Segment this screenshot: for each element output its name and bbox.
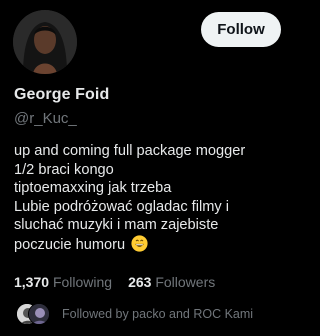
profile-stats: 1,370 Following 263 Followers	[14, 274, 215, 290]
bio-line: Lubie podróżować ogladac filmy i	[14, 198, 229, 215]
user-handle[interactable]: @r_Kuc_	[14, 110, 77, 127]
following-stat[interactable]: 1,370 Following	[14, 274, 112, 290]
profile-avatar[interactable]	[13, 10, 77, 74]
display-name[interactable]: George Foid	[14, 86, 109, 104]
follow-button[interactable]: Follow	[201, 12, 281, 47]
profile-bio: up and coming full package mogger 1/2 br…	[14, 142, 284, 255]
follower-avatar-roc-kami-icon	[28, 303, 50, 325]
followers-count: 263	[128, 274, 152, 290]
bio-line: poczucie humoru	[14, 236, 126, 253]
following-label: Following	[52, 274, 113, 290]
bio-line: sluchać muzyki i mam zajebiste	[14, 217, 219, 234]
avatar-photo-icon	[13, 10, 77, 74]
followed-by-avatars	[16, 303, 50, 325]
bio-line: up and coming full package mogger	[14, 143, 246, 159]
followers-stat[interactable]: 263 Followers	[128, 274, 215, 290]
bio-line: 1/2 braci kongo	[14, 161, 114, 178]
bio-line: tiptoemaxxing jak trzeba	[14, 180, 172, 197]
following-count: 1,370	[14, 274, 50, 290]
bio-line-last: poczucie humoru	[14, 235, 284, 255]
profile-hover-card: Follow George Foid @r_Kuc_ up and coming…	[0, 0, 290, 336]
followed-by-text: Followed by packo and ROC Kami	[62, 307, 254, 321]
followers-label: Followers	[155, 274, 216, 290]
grinning-face-emoji-icon	[131, 235, 148, 252]
followed-by[interactable]: Followed by packo and ROC Kami	[16, 303, 253, 325]
